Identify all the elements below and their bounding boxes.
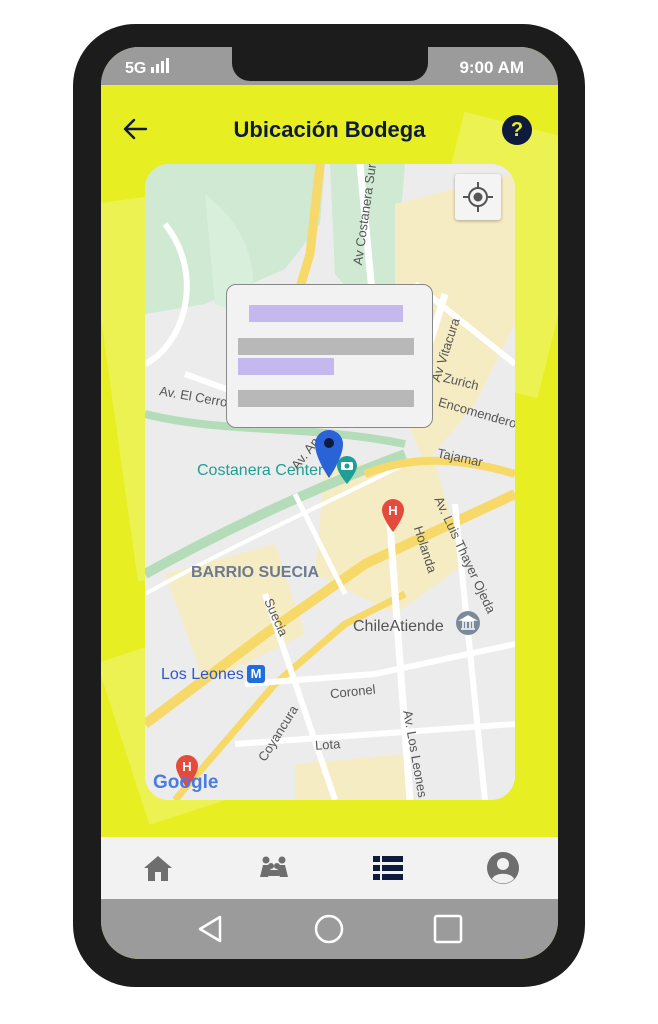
recents-square-icon[interactable] — [430, 911, 466, 947]
phone-screen: 5G 9:00 AM Ubicación Bodega ? Av Costane… — [101, 47, 558, 959]
popup-text-placeholder — [238, 390, 414, 407]
poi-label-costanera[interactable]: Costanera Center — [197, 462, 323, 480]
status-time: 9:00 AM — [459, 58, 524, 77]
app-header: Ubicación Bodega ? — [101, 85, 558, 171]
bottom-navigation — [101, 837, 558, 899]
info-popup[interactable] — [226, 284, 433, 428]
users-icon[interactable] — [257, 851, 291, 885]
metro-badge[interactable]: M — [247, 665, 265, 683]
network-label: 5G — [125, 60, 147, 77]
government-building-icon[interactable] — [455, 610, 481, 636]
list-icon[interactable] — [371, 851, 405, 885]
google-attribution: Google — [153, 772, 219, 793]
street-label: Lota — [314, 736, 341, 753]
map-view[interactable]: Av Costanera Sur Av Vitacura Zurich Enco… — [145, 164, 515, 800]
location-pin-icon[interactable] — [313, 428, 345, 478]
popup-text-placeholder — [238, 338, 414, 355]
back-triangle-icon[interactable] — [193, 911, 229, 947]
hospital-pin-icon[interactable]: H — [381, 498, 405, 532]
profile-icon[interactable] — [486, 851, 520, 885]
home-circle-icon[interactable] — [311, 911, 347, 947]
poi-label-chileatiende[interactable]: ChileAtiende — [353, 618, 444, 636]
status-bar: 5G 9:00 AM — [101, 47, 558, 85]
crosshair-icon — [463, 182, 493, 212]
camera-notch — [232, 47, 428, 81]
my-location-button[interactable] — [455, 174, 501, 220]
map-canvas — [145, 164, 515, 800]
question-circle-icon[interactable]: ? — [502, 115, 532, 145]
page-title: Ubicación Bodega — [233, 117, 426, 142]
popup-link-placeholder — [238, 358, 334, 375]
metro-station-label[interactable]: Los Leones — [161, 666, 244, 684]
signal-icon — [149, 58, 170, 78]
district-label: BARRIO SUECIA — [191, 564, 320, 581]
hospital-badge-text: H — [388, 503, 397, 518]
popup-title-placeholder — [249, 305, 403, 322]
network-indicator: 5G — [125, 58, 170, 78]
app-content: Ubicación Bodega ? Av Costanera Sur Av V… — [101, 85, 558, 837]
system-navigation-bar — [101, 899, 558, 959]
home-icon[interactable] — [141, 851, 175, 885]
